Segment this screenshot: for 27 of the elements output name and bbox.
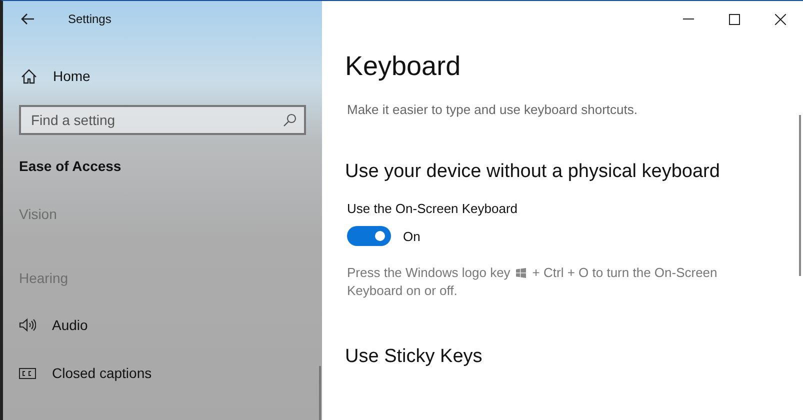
page-description: Make it easier to type and use keyboard shortcuts.: [347, 102, 638, 117]
hint-text: + Ctrl + O to turn the On-Screen: [532, 264, 718, 282]
window-title: Settings: [68, 12, 112, 26]
toggle-label: On: [403, 228, 420, 244]
toggle-switch[interactable]: [347, 226, 391, 246]
nav-item[interactable]: Audio: [19, 316, 306, 334]
group-header: Hearing: [19, 270, 70, 286]
speaker-icon: [19, 318, 36, 332]
setting-label: Use the On-Screen Keyboard: [347, 201, 519, 216]
home-icon: [21, 68, 37, 84]
nav-item[interactable]: Closed captions: [19, 364, 306, 382]
minimize-icon[interactable]: [683, 18, 694, 20]
hint-text: Press the Windows logo key: [347, 264, 510, 282]
group-header: Vision: [19, 206, 58, 222]
home-link[interactable]: Home: [19, 57, 306, 95]
captions-icon: [19, 368, 36, 378]
search-field[interactable]: Find a setting: [19, 105, 306, 135]
section-heading: Use Sticky Keys: [345, 346, 484, 368]
back-icon[interactable]: [21, 13, 35, 25]
section-heading: Use your device without a physical keyboard: [345, 161, 721, 183]
windows-logo-icon: [516, 268, 526, 278]
close-icon[interactable]: [775, 14, 786, 24]
search-icon: [283, 113, 297, 127]
section-title: Ease of Access: [19, 158, 122, 174]
hint-text: Keyboard on or off.: [347, 282, 458, 300]
page-title: Keyboard: [345, 51, 462, 82]
maximize-icon[interactable]: [729, 14, 740, 24]
